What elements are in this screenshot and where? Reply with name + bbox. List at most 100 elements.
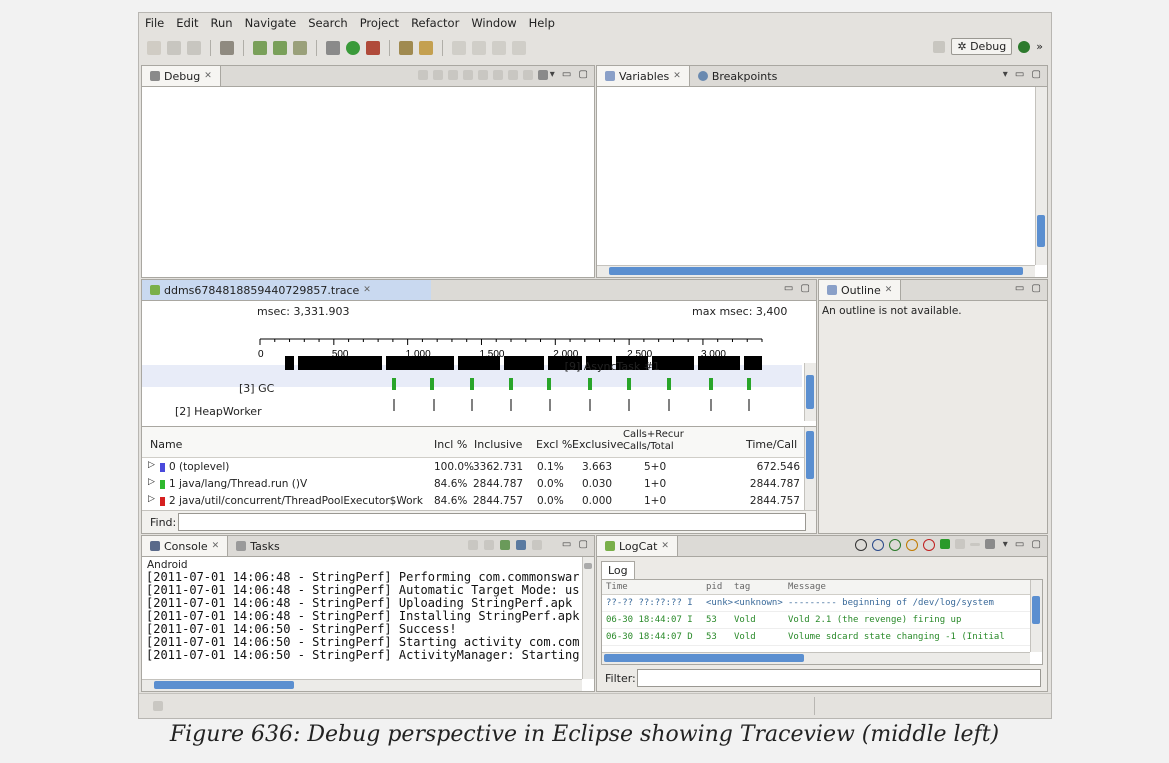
ddms-perspective-icon[interactable]: [1018, 40, 1031, 53]
menu-refactor[interactable]: Refactor: [411, 16, 459, 30]
variables-hscroll[interactable]: [597, 265, 1035, 277]
gc-trace-bar[interactable]: [627, 378, 631, 390]
menu-project[interactable]: Project: [360, 16, 399, 30]
profile-vscroll-thumb[interactable]: [806, 431, 814, 479]
logcat-row[interactable]: 06-30 18:44:07 I 53 Vold Vold 2.1 (the reve…: [602, 612, 1042, 629]
logcat-vscroll[interactable]: [1030, 580, 1042, 652]
variables-vscroll-thumb[interactable]: [1037, 215, 1045, 247]
logcat-row[interactable]: ??-?? ??:??:?? I <unk> <unknown> --------- …: [602, 595, 1042, 612]
view-minmax-icon[interactable]: ▾ ▭ ▢: [550, 69, 590, 80]
tab-trace-file[interactable]: ddms6784818859440729857.trace ✕: [142, 280, 431, 300]
android-sdk-icon[interactable]: [253, 41, 267, 55]
avd-manager-icon[interactable]: [273, 41, 287, 55]
pin-console-icon[interactable]: [500, 540, 510, 550]
menu-search[interactable]: Search: [308, 16, 348, 30]
profile-vscroll[interactable]: [804, 427, 816, 511]
variables-hscroll-thumb[interactable]: [609, 267, 1023, 275]
asynctask-trace-bar[interactable]: [458, 356, 500, 370]
lint-icon[interactable]: [293, 41, 307, 55]
save-all-icon[interactable]: [187, 41, 201, 55]
resume-icon[interactable]: [418, 70, 428, 80]
step-filters-icon[interactable]: [538, 70, 548, 80]
asynctask-trace-bar[interactable]: [698, 356, 740, 370]
step-into-icon[interactable]: [478, 70, 488, 80]
variables-vscroll[interactable]: [1035, 87, 1047, 265]
gc-trace-bar[interactable]: [430, 378, 434, 390]
gc-trace-bar[interactable]: [747, 378, 751, 390]
gc-trace-bar[interactable]: [509, 378, 513, 390]
console-hscroll-thumb[interactable]: [154, 681, 294, 689]
suspend-icon[interactable]: [433, 70, 443, 80]
logcat-col-time[interactable]: Time: [606, 582, 628, 592]
logcat-col-tag[interactable]: tag: [734, 582, 750, 592]
col-time-per-call[interactable]: Time/Call: [746, 438, 797, 451]
add-filter-icon[interactable]: [940, 539, 950, 549]
col-excl-pct[interactable]: Excl %: [536, 438, 572, 451]
asynctask-trace-bar[interactable]: [386, 356, 454, 370]
drop-to-frame-icon[interactable]: [523, 70, 533, 80]
gc-trace-bar[interactable]: [470, 378, 474, 390]
asynctask-trace-bar[interactable]: [298, 356, 382, 370]
external-tools-icon[interactable]: [366, 41, 380, 55]
clear-log-icon[interactable]: [985, 539, 995, 549]
disconnect-icon[interactable]: [463, 70, 473, 80]
profile-row[interactable]: ▷ 2 java/util/concurrent/ThreadPoolExecut…: [142, 493, 804, 510]
timeline-vscroll[interactable]: [804, 363, 816, 421]
logcat-filter-input[interactable]: [637, 669, 1041, 687]
more-perspectives-icon[interactable]: »: [1036, 40, 1043, 53]
logcat-col-message[interactable]: Message: [788, 582, 826, 592]
profile-row[interactable]: ▷ 1 java/lang/Thread.run ()V 84.6% 2844.787…: [142, 476, 804, 493]
close-icon[interactable]: ✕: [212, 541, 220, 551]
console-vscroll-thumb[interactable]: [584, 563, 592, 569]
expand-icon[interactable]: ▷: [148, 494, 155, 504]
close-icon[interactable]: ✕: [204, 71, 212, 81]
info-filter-icon[interactable]: [889, 539, 901, 551]
step-return-icon[interactable]: [508, 70, 518, 80]
new-icon[interactable]: [147, 41, 161, 55]
next-annotation-icon[interactable]: [452, 41, 466, 55]
logcat-col-pid[interactable]: pid: [706, 582, 722, 592]
error-filter-icon[interactable]: [923, 539, 935, 551]
fast-view-icon[interactable]: [153, 701, 163, 711]
gc-trace-bar[interactable]: [588, 378, 592, 390]
close-icon[interactable]: ✕: [363, 285, 371, 295]
print-icon[interactable]: [220, 41, 234, 55]
asynctask-trace-bar[interactable]: [285, 356, 294, 370]
tab-logcat[interactable]: LogCat ✕: [597, 536, 678, 556]
logcat-vscroll-thumb[interactable]: [1032, 596, 1040, 624]
thread-label-asynctask[interactable]: [9] AsyncTask #1: [565, 360, 660, 373]
run-icon[interactable]: [346, 41, 360, 55]
tab-console[interactable]: Console ✕: [142, 536, 229, 556]
col-incl-pct[interactable]: Incl %: [434, 438, 467, 451]
step-over-icon[interactable]: [493, 70, 503, 80]
debug-filter-icon[interactable]: [872, 539, 884, 551]
verbose-filter-icon[interactable]: [855, 539, 867, 551]
view-minmax-icon[interactable]: ▾ ▭ ▢: [1003, 69, 1043, 80]
console-hscroll[interactable]: [142, 679, 582, 691]
search-icon[interactable]: [419, 41, 433, 55]
menu-file[interactable]: File: [145, 16, 164, 30]
logcat-log-tab[interactable]: Log: [601, 561, 635, 579]
view-minmax-icon[interactable]: ▭ ▢: [784, 283, 812, 294]
gc-trace-bar[interactable]: [547, 378, 551, 390]
open-type-icon[interactable]: [399, 41, 413, 55]
gc-trace-bar[interactable]: [709, 378, 713, 390]
forward-icon[interactable]: [512, 41, 526, 55]
debug-perspective-button[interactable]: ✲ Debug: [951, 38, 1013, 55]
close-icon[interactable]: ✕: [885, 285, 893, 295]
edit-filter-icon[interactable]: [955, 539, 965, 549]
gc-trace-bar[interactable]: [667, 378, 671, 390]
close-icon[interactable]: ✕: [673, 71, 681, 81]
thread-label-gc[interactable]: [3] GC: [239, 382, 274, 395]
expand-icon[interactable]: ▷: [148, 477, 155, 487]
view-minmax-icon[interactable]: ▾ ▭ ▢: [1003, 539, 1043, 550]
logcat-hscroll-thumb[interactable]: [604, 654, 804, 662]
console-vscroll[interactable]: [582, 557, 594, 679]
tab-outline[interactable]: Outline ✕: [819, 280, 902, 300]
back-icon[interactable]: [492, 41, 506, 55]
tab-variables[interactable]: Variables ✕: [597, 66, 690, 86]
tab-breakpoints[interactable]: Breakpoints: [690, 66, 786, 86]
scroll-lock-icon[interactable]: [484, 540, 494, 550]
open-perspective-icon[interactable]: [933, 40, 946, 53]
close-icon[interactable]: ✕: [661, 541, 669, 551]
